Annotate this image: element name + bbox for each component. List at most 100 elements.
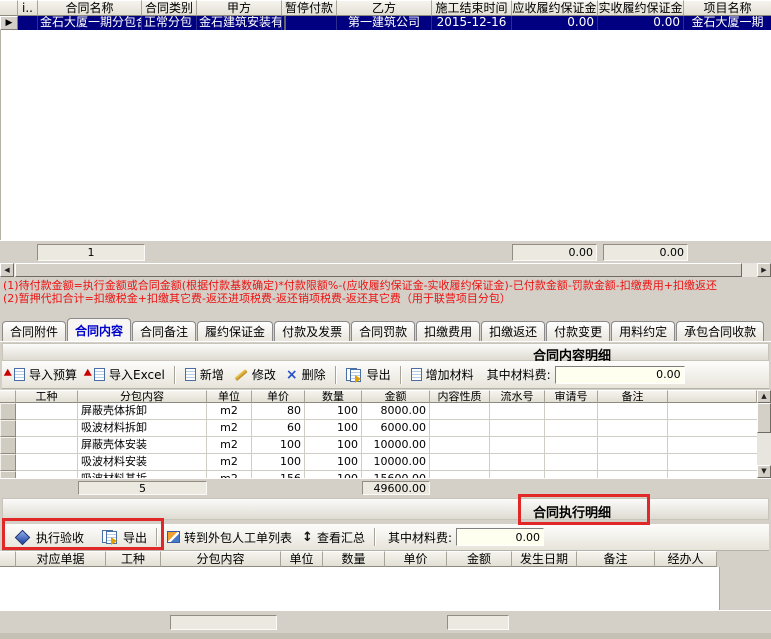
cell-received-deposit: 0.00 [598, 16, 684, 30]
column-header-quantity[interactable]: 数量 [323, 551, 385, 567]
delete-icon: × [286, 369, 298, 381]
column-header-selector [0, 390, 16, 403]
column-header-party-a[interactable]: 甲方 [197, 0, 282, 16]
column-header-operator[interactable]: 经办人 [655, 551, 717, 567]
column-header-work-type[interactable]: 工种 [16, 390, 78, 403]
tab-contract-receipts[interactable]: 承包合同收款 [676, 321, 764, 341]
column-header-id[interactable]: i.. [18, 0, 38, 16]
column-header-unit-price[interactable]: 单价 [385, 551, 447, 567]
content-rows-count-box: 5 [78, 481, 207, 495]
column-header-contract-type[interactable]: 合同类别 [142, 0, 197, 16]
exec-grid-header: 对应单据 工种 分包内容 单位 数量 单价 金额 发生日期 备注 经办人 [0, 551, 771, 567]
exec-grid-footer [0, 610, 771, 634]
contracts-grid-header: i.. 合同名称 合同类别 甲方 暂停付款 乙方 施工结束时间 应收履约保证金 … [0, 0, 771, 16]
tab-material-agreement[interactable]: 用料约定 [611, 321, 675, 341]
labor-list-icon [167, 531, 180, 543]
tab-withheld-returns[interactable]: 扣缴返还 [481, 321, 545, 341]
material-fee-input[interactable] [555, 366, 685, 384]
material-document-icon [411, 368, 422, 381]
exec-section-header: 合同执行明细 [2, 498, 769, 520]
table-row[interactable]: 吸波材料安装 m2 100 100 10000.00 [0, 454, 771, 471]
column-header-unit[interactable]: 单位 [207, 390, 252, 403]
import-excel-button[interactable]: 导入Excel [82, 364, 170, 385]
scroll-left-icon[interactable]: ◀ [0, 263, 14, 277]
add-button[interactable]: 新增 [180, 364, 229, 385]
import-budget-icon [7, 368, 25, 382]
tab-payment-changes[interactable]: 付款变更 [546, 321, 610, 341]
contracts-grid-body[interactable] [0, 30, 771, 240]
tab-contract-penalty[interactable]: 合同罚款 [351, 321, 415, 341]
contracts-grid-summary: 1 0.00 0.00 [0, 240, 771, 264]
column-header-amount[interactable]: 金额 [362, 390, 430, 403]
toolbar-separator [400, 366, 402, 384]
exec-export-button[interactable]: 导出 [97, 527, 152, 548]
column-header-amount[interactable]: 金额 [447, 551, 512, 567]
tab-payment-invoice[interactable]: 付款及发票 [274, 321, 350, 341]
column-header-remark[interactable]: 备注 [577, 551, 655, 567]
exec-grid-body[interactable] [0, 567, 720, 610]
table-row[interactable]: 屏蔽壳体安装 m2 100 100 10000.00 [0, 437, 771, 454]
column-header-contract-name[interactable]: 合同名称 [38, 0, 142, 16]
column-header-row-marker [0, 0, 18, 16]
tab-contract-content[interactable]: 合同内容 [67, 318, 131, 341]
table-row[interactable]: 吸波材料拆卸 m2 60 100 6000.00 [0, 420, 771, 437]
v-scrollbar-thumb[interactable] [757, 403, 771, 433]
execute-acceptance-button[interactable]: 执行验收 [8, 527, 89, 548]
pause-payment-checkbox[interactable] [284, 16, 286, 30]
add-material-button[interactable]: 增加材料 [406, 364, 479, 385]
column-header-pause-payment[interactable]: 暂停付款 [282, 0, 337, 16]
toolbar-separator [174, 366, 176, 384]
column-header-date[interactable]: 发生日期 [512, 551, 577, 567]
column-header-sub-content[interactable]: 分包内容 [161, 551, 281, 567]
scroll-down-icon[interactable]: ▼ [757, 465, 771, 478]
column-header-work-type[interactable]: 工种 [106, 551, 161, 567]
cell-contract-type: 正常分包 [142, 16, 197, 30]
tab-withheld-fees[interactable]: 扣缴费用 [416, 321, 480, 341]
table-row[interactable]: 屏蔽壳体拆卸 m2 80 100 8000.00 [0, 403, 771, 420]
tab-contract-remarks[interactable]: 合同备注 [132, 321, 196, 341]
cell-id [18, 16, 38, 30]
contract-row-selected[interactable]: ▶ 金石大厦一期分包合同 正常分包 金石建筑安装有限 第一建筑公司 2015-1… [0, 16, 771, 30]
delete-button[interactable]: × 删除 [281, 364, 331, 385]
contracts-h-scrollbar[interactable]: ◀ ▶ [0, 263, 771, 277]
row-marker-icon: ▶ [0, 16, 18, 30]
export-button[interactable]: 导出 [341, 364, 396, 385]
column-header-party-b[interactable]: 乙方 [337, 0, 432, 16]
goto-labor-list-button[interactable]: 转到外包人工单列表 [162, 527, 297, 548]
column-header-content-nature[interactable]: 内容性质 [430, 390, 490, 403]
cell-receivable-deposit: 0.00 [512, 16, 598, 30]
note-line-2: (2)暂押代扣合计=扣缴税金+扣缴其它费-返还进项税费-返还销项税费-返还其它费… [3, 292, 768, 305]
scroll-right-icon[interactable]: ▶ [757, 263, 771, 277]
received-total-box: 0.00 [603, 244, 688, 261]
edit-button[interactable]: 修改 [229, 364, 281, 385]
column-header-remark[interactable]: 备注 [598, 390, 668, 403]
column-header-sub-content[interactable]: 分包内容 [78, 390, 207, 403]
column-header-project-name[interactable]: 项目名称 [684, 0, 771, 16]
column-header-unit-price[interactable]: 单价 [252, 390, 305, 403]
column-header-unit[interactable]: 单位 [281, 551, 323, 567]
view-summary-button[interactable]: ↕ 查看汇总 [297, 527, 370, 548]
import-excel-icon [87, 368, 105, 382]
column-header-serial-no[interactable]: 流水号 [490, 390, 545, 403]
column-header-receivable-deposit[interactable]: 应收履约保证金 [512, 0, 598, 16]
column-header-ref-doc[interactable]: 对应单据 [16, 551, 106, 567]
tab-performance-deposit[interactable]: 履约保证金 [197, 321, 273, 341]
column-header-request-no[interactable]: 审请号 [545, 390, 598, 403]
h-scrollbar-thumb[interactable] [15, 263, 742, 277]
table-row-partial[interactable]: 吸波材料基拆 m2 156 100 15600.00 [0, 471, 771, 478]
scroll-up-icon[interactable]: ▲ [757, 390, 771, 403]
column-header-end-date[interactable]: 施工结束时间 [432, 0, 512, 16]
material-fee-label: 其中材料费: [487, 366, 551, 383]
tab-strip: 合同附件 合同内容 合同备注 履约保证金 付款及发票 合同罚款 扣缴费用 扣缴返… [0, 317, 771, 341]
cell-party-a: 金石建筑安装有限 [197, 16, 282, 30]
import-budget-button[interactable]: 导入预算 [2, 364, 82, 385]
exec-content-total-box [170, 615, 277, 630]
column-header-received-deposit[interactable]: 实收履约保证金 [598, 0, 684, 16]
tab-contract-attachments[interactable]: 合同附件 [2, 321, 66, 341]
content-grid-v-scrollbar[interactable]: ▲ ▼ [757, 390, 771, 478]
exec-material-fee-input[interactable] [456, 528, 544, 546]
receivable-total-box: 0.00 [512, 244, 597, 261]
new-document-icon [185, 368, 196, 381]
cell-pause-payment [282, 16, 337, 30]
column-header-quantity[interactable]: 数量 [305, 390, 362, 403]
